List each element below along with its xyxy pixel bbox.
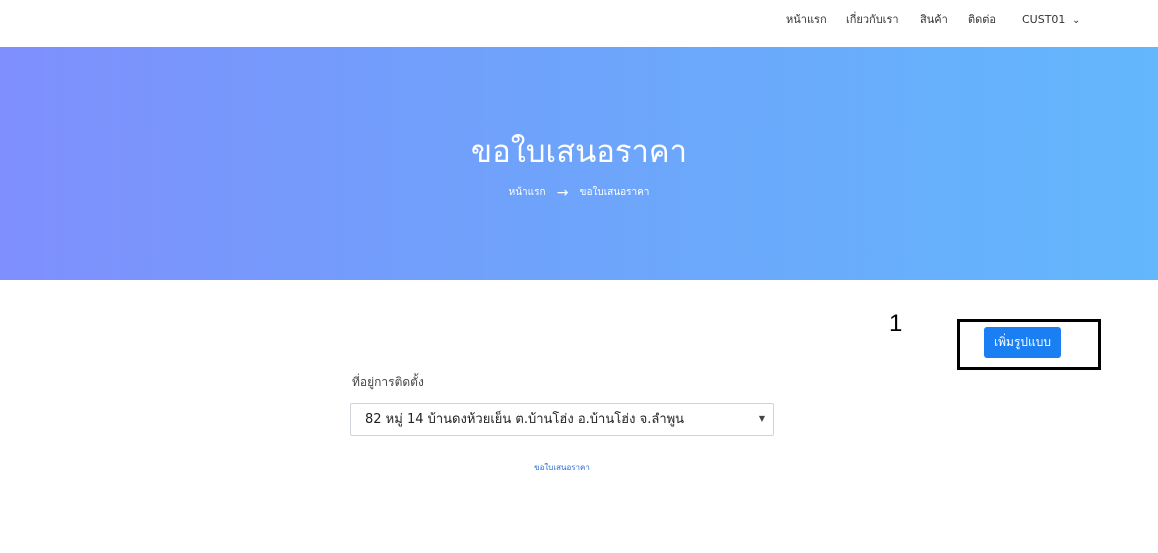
caret-down-icon: ▼ <box>758 414 765 423</box>
user-name: CUST01 <box>1022 13 1066 26</box>
address-label: ที่อยู่การติดตั้ง <box>352 375 424 389</box>
nav-products[interactable]: สินค้า <box>920 12 948 28</box>
nav-user-menu[interactable]: CUST01 ⌄ <box>1022 12 1080 29</box>
breadcrumb: หน้าแรก → ขอใบเสนอราคา <box>0 186 1158 201</box>
breadcrumb-current: ขอใบเสนอราคา <box>579 187 650 198</box>
nav-about[interactable]: เกี่ยวกับเรา <box>846 12 899 28</box>
annotation-marker: 1 <box>889 310 903 337</box>
address-select[interactable]: 82 หมู่ 14 บ้านดงห้วยเย็น ต.บ้านโฮ่ง อ.บ… <box>350 403 774 436</box>
breadcrumb-home[interactable]: หน้าแรก <box>509 186 546 200</box>
hero-banner: ขอใบเสนอราคา หน้าแรก → ขอใบเสนอราคา <box>0 47 1158 280</box>
add-pattern-button[interactable]: เพิ่มรูปแบบ <box>984 327 1061 358</box>
address-selected-value: 82 หมู่ 14 บ้านดงห้วยเย็น ต.บ้านโฮ่ง อ.บ… <box>365 412 685 427</box>
page-title: ขอใบเสนอราคา <box>470 134 688 170</box>
nav-contact[interactable]: ติดต่อ <box>968 12 996 28</box>
request-quote-link[interactable]: ขอใบเสนอราคา <box>0 463 1124 473</box>
chevron-down-icon: ⌄ <box>1071 15 1081 26</box>
nav-home[interactable]: หน้าแรก <box>786 12 827 28</box>
top-navigation: หน้าแรก เกี่ยวกับเรา สินค้า ติดต่อ CUST0… <box>0 0 1158 47</box>
arrow-right-icon: → <box>556 185 569 201</box>
